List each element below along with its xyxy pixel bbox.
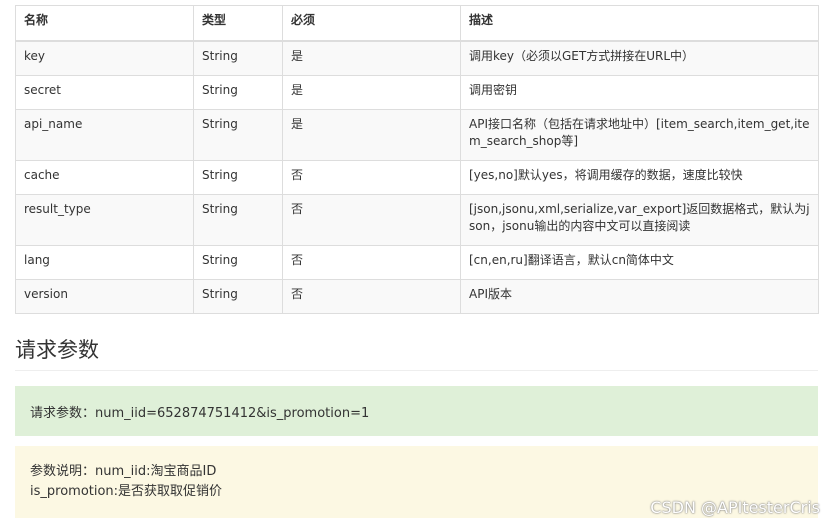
param-required: 否 <box>282 278 461 314</box>
param-required: 否 <box>282 244 461 280</box>
params-table: 名称 类型 必须 描述 key String 是 调用key（必须以GET方式拼… <box>15 5 819 314</box>
param-type: String <box>193 40 283 76</box>
table-row: lang String 否 [cn,en,ru]翻译语言，默认cn简体中文 <box>15 244 819 280</box>
table-row: cache String 否 [yes,no]默认yes，将调用缓存的数据，速度… <box>15 159 819 195</box>
param-type: String <box>193 74 283 110</box>
param-description: 调用key（必须以GET方式拼接在URL中） <box>460 40 819 76</box>
header-required: 必须 <box>282 5 461 42</box>
param-type: String <box>193 244 283 280</box>
param-required: 是 <box>282 40 461 76</box>
table-row: result_type String 否 [json,jsonu,xml,ser… <box>15 193 819 246</box>
param-name: key <box>15 40 194 76</box>
param-name: lang <box>15 244 194 280</box>
param-description: [json,jsonu,xml,serialize,var_export]返回数… <box>460 193 819 246</box>
header-type: 类型 <box>193 5 283 42</box>
request-params-text: 请求参数：num_iid=652874751412&is_promotion=1 <box>30 406 370 421</box>
param-type: String <box>193 278 283 314</box>
param-required: 否 <box>282 159 461 195</box>
param-required: 否 <box>282 193 461 246</box>
request-params-box: 请求参数：num_iid=652874751412&is_promotion=1 <box>15 386 818 436</box>
table-header-row: 名称 类型 必须 描述 <box>15 5 819 42</box>
header-name: 名称 <box>15 5 194 42</box>
table-row: key String 是 调用key（必须以GET方式拼接在URL中） <box>15 40 819 76</box>
param-required: 是 <box>282 74 461 110</box>
table-row: version String 否 API版本 <box>15 278 819 314</box>
header-description: 描述 <box>460 5 819 42</box>
param-description: [yes,no]默认yes，将调用缓存的数据，速度比较快 <box>460 159 819 195</box>
param-description: API接口名称（包括在请求地址中）[item_search,item_get,i… <box>460 108 819 161</box>
param-description-line1: 参数说明：num_iid:淘宝商品ID <box>30 464 217 479</box>
param-name: result_type <box>15 193 194 246</box>
section-title: 请求参数 <box>15 334 818 371</box>
table-row: secret String 是 调用密钥 <box>15 74 819 110</box>
param-name: api_name <box>15 108 194 161</box>
param-name: cache <box>15 159 194 195</box>
table-row: api_name String 是 API接口名称（包括在请求地址中）[item… <box>15 108 819 161</box>
param-description: 调用密钥 <box>460 74 819 110</box>
param-name: secret <box>15 74 194 110</box>
param-type: String <box>193 108 283 161</box>
param-type: String <box>193 159 283 195</box>
watermark: CSDN @APItesterCris <box>650 498 820 517</box>
param-name: version <box>15 278 194 314</box>
param-required: 是 <box>282 108 461 161</box>
param-type: String <box>193 193 283 246</box>
param-description: [cn,en,ru]翻译语言，默认cn简体中文 <box>460 244 819 280</box>
param-description: API版本 <box>460 278 819 314</box>
